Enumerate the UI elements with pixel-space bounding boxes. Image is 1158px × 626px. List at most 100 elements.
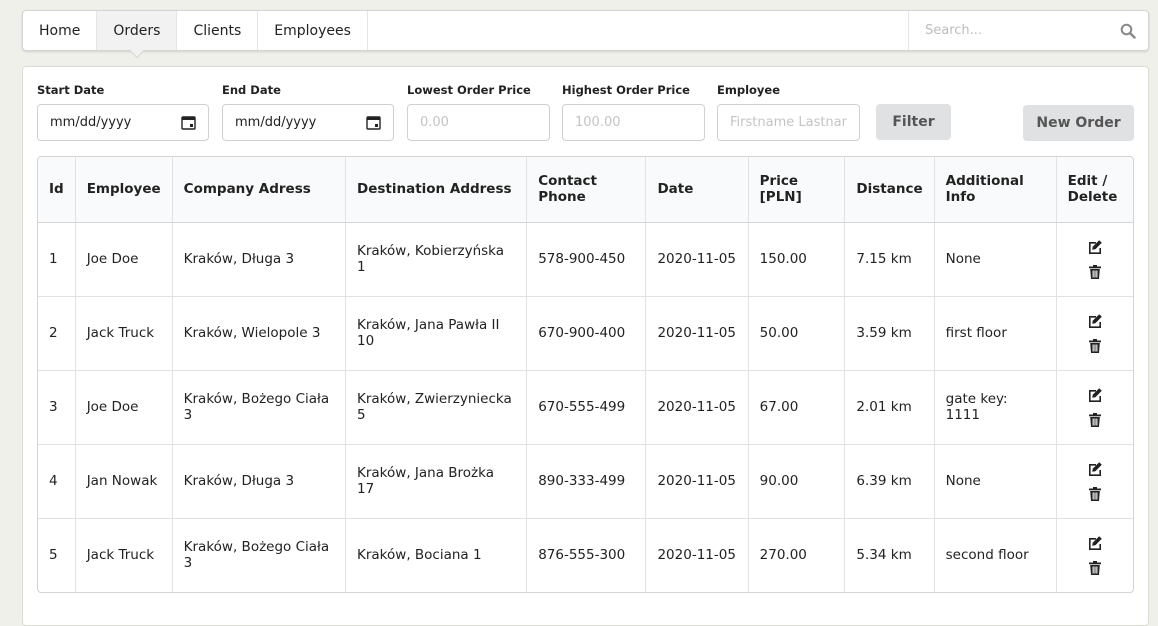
cell-actions xyxy=(1056,518,1133,592)
cell-actions xyxy=(1056,222,1133,297)
cell-additional-info: None xyxy=(934,444,1057,519)
nav-item-employees[interactable]: Employees xyxy=(258,11,368,50)
col-header-price: Price [PLN] xyxy=(748,157,846,223)
table-row: 3 Joe Doe Kraków, Bożego Ciała 3 Kraków, Zw… xyxy=(38,370,1133,445)
col-header-company-address: Company Adress xyxy=(172,157,347,223)
cell-contact-phone: 670-555-499 xyxy=(526,370,647,445)
trash-icon[interactable] xyxy=(1087,338,1103,354)
col-header-date: Date xyxy=(645,157,749,223)
cell-employee: Joe Doe xyxy=(75,222,173,297)
table-header-row: Id Employee Company Adress Destination A… xyxy=(38,157,1133,223)
cell-actions xyxy=(1056,296,1133,371)
cell-price: 270.00 xyxy=(748,518,846,592)
cell-price: 150.00 xyxy=(748,222,846,297)
cell-additional-info: None xyxy=(934,222,1057,297)
cell-destination-address: Kraków, Kobierzyńska 1 xyxy=(345,222,528,297)
table-row: 1 Joe Doe Kraków, Długa 3 Kraków, Kobierzyń… xyxy=(38,222,1133,297)
cell-additional-info: gate key: 1111 xyxy=(934,370,1057,445)
cell-price: 90.00 xyxy=(748,444,846,519)
nav-item-home[interactable]: Home xyxy=(23,11,98,50)
cell-employee: Jan Nowak xyxy=(75,444,173,519)
cell-distance: 3.59 km xyxy=(844,296,935,371)
menu-spacer xyxy=(368,11,908,50)
edit-icon[interactable] xyxy=(1087,387,1103,403)
cell-id: 4 xyxy=(38,444,76,519)
edit-icon[interactable] xyxy=(1087,239,1103,255)
start-date-input[interactable]: mm/dd/yyyy xyxy=(37,104,209,141)
cell-id: 3 xyxy=(38,370,76,445)
calendar-icon[interactable] xyxy=(181,115,196,130)
cell-company-address: Kraków, Długa 3 xyxy=(172,222,347,297)
nav-item-orders[interactable]: Orders xyxy=(97,11,178,50)
cell-date: 2020-11-05 xyxy=(645,296,749,371)
search-icon[interactable] xyxy=(1120,23,1136,39)
trash-icon[interactable] xyxy=(1087,264,1103,280)
cell-destination-address: Kraków, Jana Pawła II 10 xyxy=(345,296,528,371)
cell-company-address: Kraków, Bożego Ciała 3 xyxy=(172,518,347,592)
filter-button[interactable]: Filter xyxy=(876,104,951,140)
highest-price-input[interactable] xyxy=(562,104,705,141)
col-header-contact-phone: Contact Phone xyxy=(526,157,647,223)
cell-contact-phone: 890-333-499 xyxy=(526,444,647,519)
end-date-value: mm/dd/yyyy xyxy=(235,115,317,130)
lowest-price-input[interactable] xyxy=(407,104,550,141)
cell-company-address: Kraków, Bożego Ciała 3 xyxy=(172,370,347,445)
new-order-button[interactable]: New Order xyxy=(1023,105,1134,141)
cell-price: 67.00 xyxy=(748,370,846,445)
cell-date: 2020-11-05 xyxy=(645,518,749,592)
start-date-label: Start Date xyxy=(37,83,105,97)
top-menu: Home Orders Clients Employees xyxy=(22,10,1149,51)
cell-employee: Joe Doe xyxy=(75,370,173,445)
cell-company-address: Kraków, Długa 3 xyxy=(172,444,347,519)
cell-contact-phone: 876-555-300 xyxy=(526,518,647,592)
col-header-destination-address: Destination Address xyxy=(345,157,528,223)
lowest-price-label: Lowest Order Price xyxy=(407,83,531,97)
cell-additional-info: second floor xyxy=(934,518,1057,592)
search-input[interactable] xyxy=(925,23,1120,38)
cell-distance: 2.01 km xyxy=(844,370,935,445)
cell-destination-address: Kraków, Bociana 1 xyxy=(345,518,528,592)
cell-date: 2020-11-05 xyxy=(645,370,749,445)
cell-id: 1 xyxy=(38,222,76,297)
cell-destination-address: Kraków, Zwierzyniecka 5 xyxy=(345,370,528,445)
trash-icon[interactable] xyxy=(1087,412,1103,428)
cell-company-address: Kraków, Wielopole 3 xyxy=(172,296,347,371)
col-header-employee: Employee xyxy=(75,157,173,223)
start-date-value: mm/dd/yyyy xyxy=(50,115,132,130)
cell-distance: 6.39 km xyxy=(844,444,935,519)
cell-additional-info: first floor xyxy=(934,296,1057,371)
cell-id: 2 xyxy=(38,296,76,371)
employee-input[interactable] xyxy=(717,104,860,141)
cell-actions xyxy=(1056,444,1133,519)
calendar-icon[interactable] xyxy=(366,115,381,130)
end-date-label: End Date xyxy=(222,83,281,97)
search-box xyxy=(908,11,1148,50)
cell-contact-phone: 670-900-400 xyxy=(526,296,647,371)
nav-item-clients[interactable]: Clients xyxy=(177,11,259,50)
cell-employee: Jack Truck xyxy=(75,518,173,592)
cell-distance: 5.34 km xyxy=(844,518,935,592)
end-date-input[interactable]: mm/dd/yyyy xyxy=(222,104,394,141)
cell-actions xyxy=(1056,370,1133,445)
trash-icon[interactable] xyxy=(1087,486,1103,502)
employee-label: Employee xyxy=(717,83,781,97)
cell-price: 50.00 xyxy=(748,296,846,371)
edit-icon[interactable] xyxy=(1087,535,1103,551)
col-header-distance: Distance xyxy=(844,157,935,223)
cell-contact-phone: 578-900-450 xyxy=(526,222,647,297)
orders-table: Id Employee Company Adress Destination A… xyxy=(37,156,1134,593)
cell-employee: Jack Truck xyxy=(75,296,173,371)
col-header-additional-info: Additional Info xyxy=(934,157,1057,223)
cell-date: 2020-11-05 xyxy=(645,444,749,519)
cell-date: 2020-11-05 xyxy=(645,222,749,297)
cell-distance: 7.15 km xyxy=(844,222,935,297)
col-header-edit-delete: Edit / Delete xyxy=(1056,157,1133,223)
col-header-id: Id xyxy=(38,157,76,223)
table-row: 4 Jan Nowak Kraków, Długa 3 Kraków, Jana Br… xyxy=(38,444,1133,519)
trash-icon[interactable] xyxy=(1087,560,1103,576)
orders-panel: Start Date mm/dd/yyyy End Date mm/dd/yyy… xyxy=(22,66,1149,626)
highest-price-label: Highest Order Price xyxy=(562,83,690,97)
edit-icon[interactable] xyxy=(1087,461,1103,477)
edit-icon[interactable] xyxy=(1087,313,1103,329)
cell-id: 5 xyxy=(38,518,76,592)
